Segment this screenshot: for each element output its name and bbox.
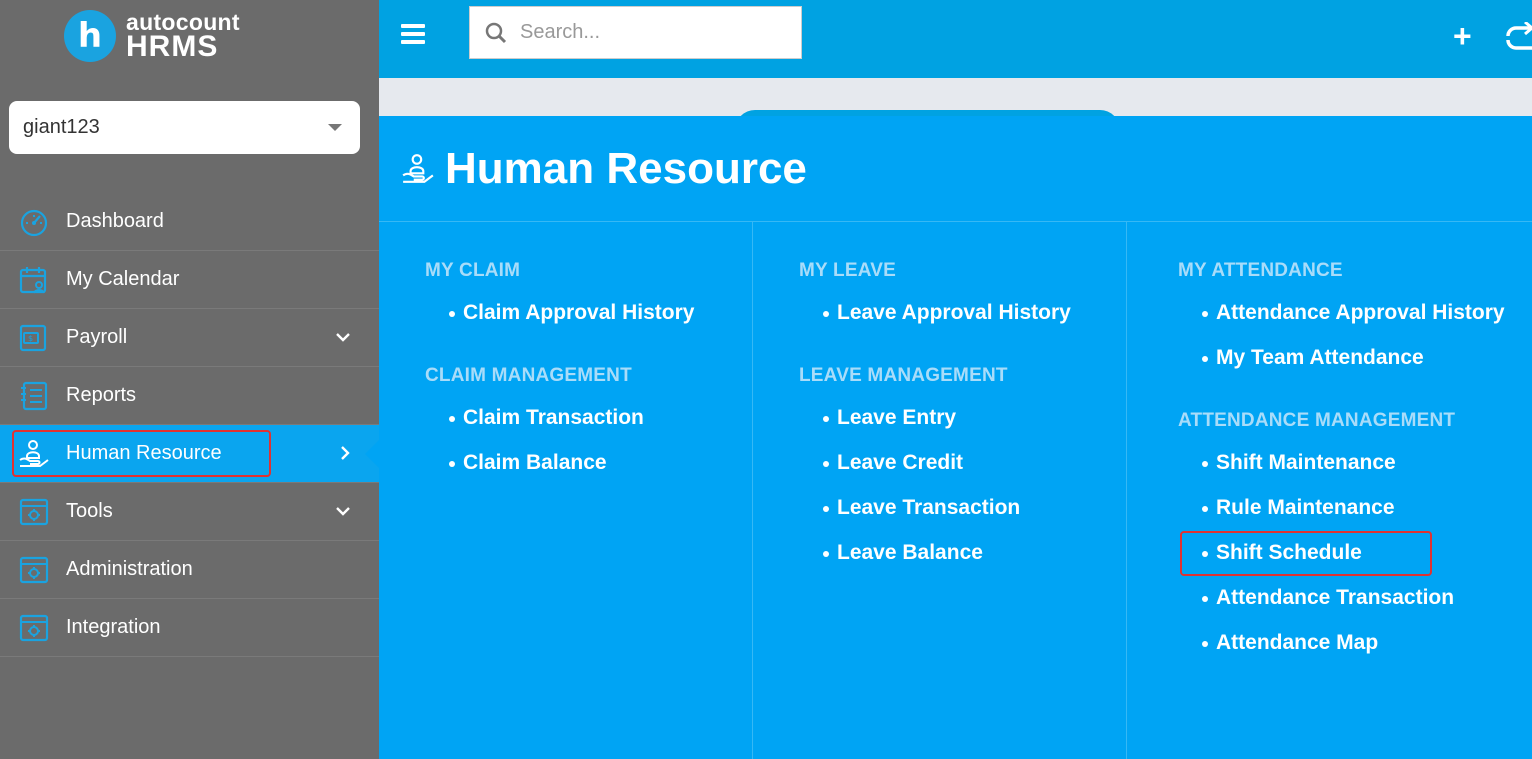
- sidebar-menu: Dashboard My Calendar $ Payroll Reports: [0, 193, 380, 657]
- leave-column: MY LEAVE Leave Approval History LEAVE MA…: [753, 222, 1127, 759]
- search-icon: [485, 22, 507, 43]
- sidebar-item-tools[interactable]: Tools: [0, 483, 379, 541]
- menu-link-leave-balance[interactable]: Leave Balance: [799, 538, 1126, 583]
- menu-link-my-team-attendance[interactable]: My Team Attendance: [1178, 343, 1532, 388]
- sidebar-item-my-calendar[interactable]: My Calendar: [0, 251, 379, 309]
- menu-link-shift-schedule[interactable]: Shift Schedule: [1178, 531, 1532, 583]
- sidebar-item-integration[interactable]: Integration: [0, 599, 379, 657]
- sidebar-item-dashboard[interactable]: Dashboard: [0, 193, 379, 251]
- menu-link-claim-approval-history[interactable]: Claim Approval History: [425, 298, 752, 343]
- company-select-value: giant123: [23, 116, 100, 138]
- section-title: ATTENDANCE MANAGEMENT: [1178, 410, 1456, 431]
- search-box[interactable]: [469, 6, 802, 59]
- brand-product: HRMS: [126, 29, 219, 63]
- sidebar-item-label: Dashboard: [66, 210, 164, 232]
- chevron-down-icon: [336, 333, 350, 342]
- sidebar-item-administration[interactable]: Administration: [0, 541, 379, 599]
- flyout-header: Human Resource: [379, 116, 1532, 222]
- menu-link-claim-transaction[interactable]: Claim Transaction: [425, 403, 752, 448]
- sidebar: h autocount HRMS giant123 Dashboard My C…: [0, 0, 380, 759]
- highlight-box: [12, 430, 271, 477]
- caret-down-icon: [328, 124, 342, 131]
- sidebar-item-payroll[interactable]: $ Payroll: [0, 309, 379, 367]
- svg-text:$: $: [28, 334, 33, 343]
- sidebar-item-label: Integration: [66, 616, 161, 638]
- menu-link-shift-maintenance[interactable]: Shift Maintenance: [1178, 448, 1532, 493]
- human-resource-icon: [402, 153, 434, 183]
- payroll-icon: $: [18, 322, 50, 354]
- top-bar: +: [379, 0, 1532, 78]
- claim-column: MY CLAIM Claim Approval History CLAIM MA…: [379, 222, 753, 759]
- dashboard-icon: [18, 206, 50, 238]
- company-select[interactable]: giant123: [9, 101, 360, 154]
- calendar-icon: [18, 264, 50, 296]
- menu-link-leave-approval-history[interactable]: Leave Approval History: [799, 298, 1126, 343]
- human-resource-flyout: Human Resource MY CLAIM Claim Approval H…: [379, 116, 1532, 759]
- menu-link-attendance-transaction[interactable]: Attendance Transaction: [1178, 583, 1532, 628]
- sync-icon[interactable]: [1505, 22, 1532, 54]
- sidebar-item-reports[interactable]: Reports: [0, 367, 379, 425]
- sidebar-item-label: Reports: [66, 384, 137, 406]
- section-title: MY ATTENDANCE: [1178, 260, 1343, 281]
- menu-link-leave-entry[interactable]: Leave Entry: [799, 403, 1126, 448]
- flyout-title: Human Resource: [445, 143, 807, 193]
- administration-icon: [18, 554, 50, 586]
- sidebar-item-label: Tools: [66, 500, 113, 522]
- menu-link-leave-credit[interactable]: Leave Credit: [799, 448, 1126, 493]
- menu-link-attendance-approval-history[interactable]: Attendance Approval History: [1178, 298, 1532, 343]
- section-title: MY CLAIM: [425, 260, 521, 281]
- flyout-pointer: [365, 439, 380, 469]
- hamburger-menu-icon[interactable]: [401, 24, 425, 44]
- tools-icon: [18, 496, 50, 528]
- integration-icon: [18, 612, 50, 644]
- chevron-right-icon: [341, 446, 350, 460]
- menu-link-claim-balance[interactable]: Claim Balance: [425, 448, 752, 493]
- sidebar-item-human-resource[interactable]: Human Resource: [0, 425, 380, 483]
- section-title: LEAVE MANAGEMENT: [799, 365, 1008, 386]
- sidebar-item-label: Payroll: [66, 326, 128, 348]
- reports-icon: [18, 380, 50, 412]
- menu-link-attendance-map[interactable]: Attendance Map: [1178, 628, 1532, 673]
- sidebar-item-label: Administration: [66, 558, 193, 580]
- app-logo[interactable]: h autocount HRMS: [64, 10, 240, 62]
- sidebar-item-label: My Calendar: [66, 268, 180, 290]
- chevron-down-icon: [336, 507, 350, 516]
- search-input[interactable]: [520, 21, 780, 44]
- menu-link-leave-transaction[interactable]: Leave Transaction: [799, 493, 1126, 538]
- attendance-column: MY ATTENDANCE Attendance Approval Histor…: [1127, 222, 1532, 759]
- add-button[interactable]: +: [1453, 18, 1472, 55]
- section-title: MY LEAVE: [799, 260, 896, 281]
- section-title: CLAIM MANAGEMENT: [425, 365, 632, 386]
- logo-icon: h: [64, 10, 116, 62]
